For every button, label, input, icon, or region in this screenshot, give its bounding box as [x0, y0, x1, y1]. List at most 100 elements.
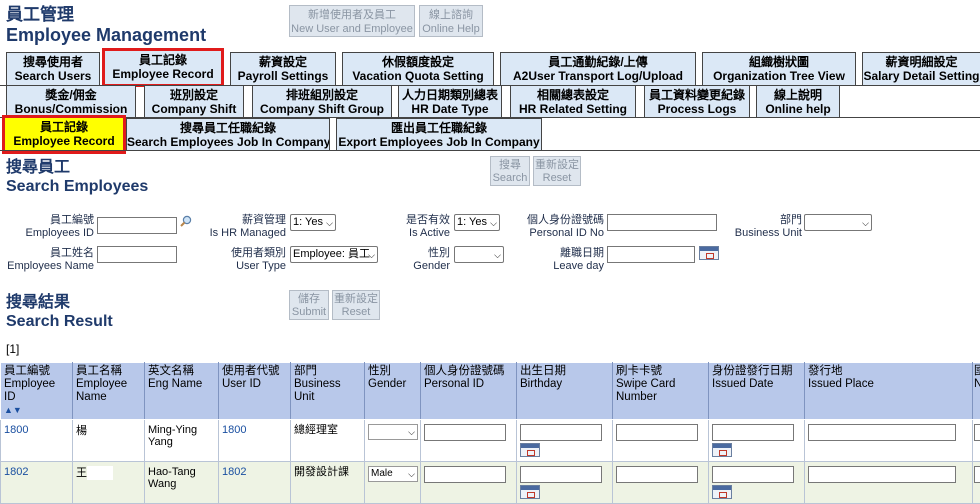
tab-process-logs[interactable]: 員工資料變更紀錄Process Logs: [644, 85, 750, 117]
user-type-label-en: User Type: [196, 260, 286, 273]
col-label-en: Employee ID: [4, 378, 69, 404]
birthday-cell-input[interactable]: [520, 424, 602, 441]
issued-date-cell-input[interactable]: [712, 424, 794, 441]
cell-user-id[interactable]: 1802: [219, 462, 291, 504]
search-title-zh: 搜尋員工: [6, 158, 148, 177]
employee-id-input[interactable]: [97, 217, 177, 234]
result-title-en: Search Result: [6, 312, 113, 331]
tab-search-users[interactable]: 搜尋使用者Search Users: [6, 52, 100, 85]
tab-payroll-settings[interactable]: 薪資設定Payroll Settings: [230, 52, 336, 85]
subtab-export-job[interactable]: 匯出員工任職紀錄Export Employees Job In Company: [336, 118, 542, 150]
gender-cell-select[interactable]: Male⌵: [368, 466, 418, 482]
user-id-link[interactable]: 1802: [222, 466, 246, 478]
is-active-select[interactable]: 1: Yes⌵: [454, 214, 500, 231]
swipe-card-cell-input[interactable]: [616, 466, 698, 483]
calendar-icon[interactable]: [712, 443, 732, 457]
personal-id-input[interactable]: [607, 214, 717, 231]
col-employee-id[interactable]: 員工編號Employee ID▲▼: [1, 363, 73, 420]
tab-label-zh: 人力日期類別總表: [399, 88, 501, 102]
tab-label-zh: 休假額度設定: [343, 55, 493, 69]
tab-salary-detail[interactable]: 薪資明細設定Salary Detail Setting: [862, 52, 980, 85]
cell-employee-id[interactable]: 1802: [1, 462, 73, 504]
tab-organization-tree[interactable]: 組織樹狀圖Organization Tree View: [702, 52, 856, 85]
swipe-card-cell-input[interactable]: [616, 424, 698, 441]
page-title-en: Employee Management: [6, 25, 206, 45]
tab-hr-related[interactable]: 相關總表設定HR Related Setting: [510, 85, 636, 117]
user-id-link[interactable]: 1800: [222, 424, 246, 436]
employee-name-input[interactable]: [97, 246, 177, 263]
calendar-icon[interactable]: [520, 485, 540, 499]
business-unit-label-zh: 部門: [720, 214, 802, 227]
cell-eng-name: Ming-Ying Yang: [145, 420, 219, 462]
tab-online-help[interactable]: 線上說明Online help: [756, 85, 840, 117]
tab-label-en: Bonus/Commission: [7, 102, 135, 116]
chevron-down-icon: ⌵: [490, 216, 497, 231]
tab-company-shift[interactable]: 班別設定Company Shift: [144, 85, 244, 117]
cell-employee-id[interactable]: 1800: [1, 420, 73, 462]
calendar-icon[interactable]: [520, 443, 540, 457]
col-user-id: 使用者代號User ID: [219, 363, 291, 420]
is-hr-select[interactable]: 1: Yes⌵: [290, 214, 336, 231]
calendar-icon[interactable]: [699, 246, 719, 260]
new-user-button[interactable]: 新增使用者及員工 New User and Employee: [289, 5, 415, 37]
cell-birthday: [517, 462, 613, 504]
subtab-employee-record[interactable]: 員工記錄Employee Record: [4, 117, 124, 152]
col-label-en: Issued Date: [712, 378, 801, 391]
search-section-title: 搜尋員工 Search Employees: [6, 158, 148, 196]
cell-issued-date: [709, 462, 805, 504]
tab-label-en: Company Shift Group: [253, 102, 391, 116]
leave-day-input[interactable]: [607, 246, 695, 263]
sort-icon[interactable]: ▲▼: [4, 404, 69, 417]
gender-cell-select[interactable]: ⌵: [368, 424, 418, 440]
cell-user-id[interactable]: 1800: [219, 420, 291, 462]
search-reset-button[interactable]: 重新設定Reset: [533, 156, 581, 186]
issued-date-cell-input[interactable]: [712, 466, 794, 483]
issued-place-cell-input[interactable]: [808, 466, 956, 483]
tab-label-zh: 排班組別設定: [253, 88, 391, 102]
issued-place-cell-input[interactable]: [808, 424, 956, 441]
col-label-en: Employee Name: [76, 378, 141, 404]
gender-label: 性別Gender: [360, 247, 450, 273]
search-button[interactable]: 搜尋Search: [490, 156, 530, 186]
tab-transport-log[interactable]: 員工通勤紀錄/上傳A2User Transport Log/Upload: [500, 52, 696, 85]
col-gender: 性別Gender: [365, 363, 421, 420]
tab-label-zh: 匯出員工任職紀錄: [337, 121, 541, 135]
submit-button[interactable]: 儲存Submit: [289, 290, 329, 320]
result-reset-button[interactable]: 重新設定Reset: [332, 290, 380, 320]
pagination[interactable]: [1]: [6, 342, 19, 356]
search-icon[interactable]: [180, 215, 192, 227]
tab-label-en: Vacation Quota Setting: [343, 69, 493, 83]
cell-nationality: [973, 420, 980, 462]
result-reset-button-zh: 重新設定: [333, 293, 379, 306]
page-title: 員工管理 Employee Management: [6, 5, 206, 45]
tab-vacation-quota[interactable]: 休假額度設定Vacation Quota Setting: [342, 52, 494, 85]
leave-day-label-en: Leave day: [510, 260, 604, 273]
online-help-button[interactable]: 線上諮詢 Online Help: [419, 5, 483, 37]
col-issued-date: 身份證發行日期Issued Date: [709, 363, 805, 420]
employee-id-link[interactable]: 1800: [4, 424, 28, 436]
redaction: [87, 466, 113, 480]
nationality-cell-input[interactable]: [974, 466, 980, 483]
subtab-search-job[interactable]: 搜尋員工任職紀錄Search Employees Job In Company: [126, 118, 330, 150]
business-unit-select[interactable]: ⌵: [804, 214, 872, 231]
col-birthday: 出生日期Birthday: [517, 363, 613, 420]
tab-bonus-commission[interactable]: 獎金/佣金Bonus/Commission: [6, 85, 136, 117]
col-issued-place: 發行地Issued Place: [805, 363, 973, 420]
tab-employee-record[interactable]: 員工記錄Employee Record: [104, 50, 222, 85]
personal-id-cell-input[interactable]: [424, 424, 506, 441]
cell-personal-id: [421, 462, 517, 504]
birthday-cell-input[interactable]: [520, 466, 602, 483]
personal-id-cell-input[interactable]: [424, 466, 506, 483]
tab-label-en: Employee Record: [5, 134, 123, 148]
tab-shift-group[interactable]: 排班組別設定Company Shift Group: [252, 85, 392, 117]
col-employee-name: 員工名稱Employee Name: [73, 363, 145, 420]
cell-business-unit: 開發設計課: [291, 462, 365, 504]
calendar-icon[interactable]: [712, 485, 732, 499]
nationality-cell-input[interactable]: [974, 424, 980, 441]
employee-id-link[interactable]: 1802: [4, 466, 28, 478]
cell-business-unit: 總經理室: [291, 420, 365, 462]
tab-hr-date-type[interactable]: 人力日期類別總表HR Date Type: [398, 85, 502, 117]
gender-select[interactable]: ⌵: [454, 246, 504, 263]
table-header-row: 員工編號Employee ID▲▼ 員工名稱Employee Name 英文名稱…: [1, 363, 980, 420]
employee-id-label: 員工編號Employees ID: [4, 214, 94, 240]
